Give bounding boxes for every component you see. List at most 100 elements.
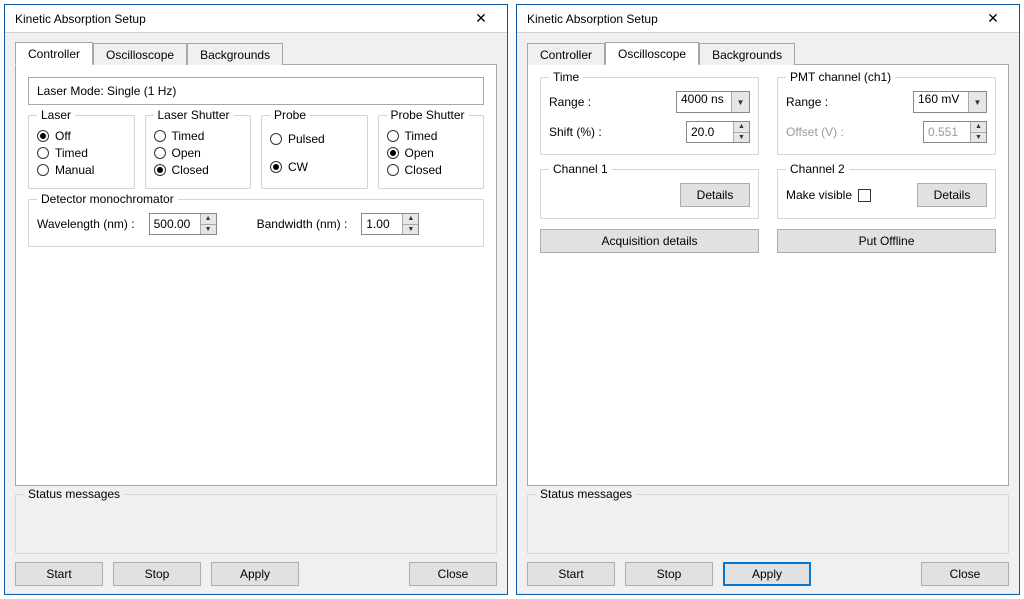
close-icon[interactable]: ✕: [461, 7, 501, 31]
apply-button[interactable]: Apply: [723, 562, 811, 586]
group-time: Time Range : 4000 ns ▼ Shift (%) : ▲▼: [540, 77, 759, 155]
group-laser-shutter: Laser Shutter Timed Open Closed: [145, 115, 252, 189]
combo-text: 4000 ns: [677, 92, 731, 112]
radio-probe-pulsed[interactable]: Pulsed: [270, 132, 359, 146]
tabstrip: Controller Oscilloscope Backgrounds: [527, 41, 1009, 64]
offset-stepper: ▲▼: [923, 121, 987, 143]
chevron-down-icon[interactable]: ▼: [734, 133, 749, 143]
group-channel2: Channel 2 Make visible Details: [777, 169, 996, 219]
wavelength-input[interactable]: [150, 214, 200, 234]
radio-ls-timed[interactable]: Timed: [154, 129, 243, 143]
status-legend: Status messages: [536, 487, 636, 501]
bandwidth-label: Bandwidth (nm) :: [257, 217, 348, 231]
radio-icon: [37, 164, 49, 176]
group-time-legend: Time: [549, 70, 583, 84]
radio-label: Pulsed: [288, 132, 325, 146]
tab-controller[interactable]: Controller: [527, 43, 605, 65]
tabstrip: Controller Oscilloscope Backgrounds: [15, 41, 497, 64]
chevron-down-icon[interactable]: ▼: [201, 225, 216, 235]
chevron-down-icon[interactable]: ▼: [968, 92, 986, 112]
radio-ps-closed[interactable]: Closed: [387, 163, 476, 177]
shift-input[interactable]: [687, 122, 733, 142]
tab-backgrounds[interactable]: Backgrounds: [187, 43, 283, 65]
tab-oscilloscope[interactable]: Oscilloscope: [93, 43, 187, 65]
radio-ps-open[interactable]: Open: [387, 146, 476, 160]
window-controller: Kinetic Absorption Setup ✕ Controller Os…: [4, 4, 508, 595]
close-button[interactable]: Close: [921, 562, 1009, 586]
group-detector-mono-legend: Detector monochromator: [37, 192, 178, 206]
radio-icon: [387, 130, 399, 142]
group-laser-shutter-legend: Laser Shutter: [154, 108, 234, 122]
radio-laser-off[interactable]: Off: [37, 129, 126, 143]
radio-label: Open: [172, 146, 201, 160]
bottom-button-bar: Start Stop Apply Close: [15, 554, 497, 586]
bandwidth-stepper[interactable]: ▲▼: [361, 213, 419, 235]
tab-oscilloscope[interactable]: Oscilloscope: [605, 42, 699, 65]
radio-label: Timed: [405, 129, 438, 143]
chevron-up-icon[interactable]: ▲: [201, 214, 216, 225]
spin-buttons[interactable]: ▲▼: [402, 214, 418, 234]
radio-label: Manual: [55, 163, 94, 177]
spin-buttons[interactable]: ▲▼: [733, 122, 749, 142]
ch1-details-button[interactable]: Details: [680, 183, 750, 207]
laser-mode-display: Laser Mode: Single (1 Hz): [28, 77, 484, 105]
shift-label: Shift (%) :: [549, 125, 602, 139]
ch2-details-button[interactable]: Details: [917, 183, 987, 207]
radio-laser-timed[interactable]: Timed: [37, 146, 126, 160]
radio-icon: [37, 130, 49, 142]
chevron-down-icon: ▼: [971, 133, 986, 143]
time-range-label: Range :: [549, 95, 591, 109]
chevron-down-icon[interactable]: ▼: [403, 225, 418, 235]
radio-ls-open[interactable]: Open: [154, 146, 243, 160]
apply-button[interactable]: Apply: [211, 562, 299, 586]
tab-backgrounds[interactable]: Backgrounds: [699, 43, 795, 65]
radio-icon: [154, 164, 166, 176]
offset-label: Offset (V) :: [786, 125, 844, 139]
offset-input: [924, 122, 970, 142]
start-button[interactable]: Start: [15, 562, 103, 586]
radio-ls-closed[interactable]: Closed: [154, 163, 243, 177]
radio-icon: [37, 147, 49, 159]
shift-stepper[interactable]: ▲▼: [686, 121, 750, 143]
group-channel1-legend: Channel 1: [549, 162, 612, 176]
chevron-up-icon[interactable]: ▲: [403, 214, 418, 225]
status-messages-group: Status messages: [527, 494, 1009, 554]
tabpage-oscilloscope: Time Range : 4000 ns ▼ Shift (%) : ▲▼: [527, 64, 1009, 486]
group-channel1: Channel 1 Details: [540, 169, 759, 219]
wavelength-stepper[interactable]: ▲▼: [149, 213, 217, 235]
close-button[interactable]: Close: [409, 562, 497, 586]
group-laser: Laser Off Timed Manual: [28, 115, 135, 189]
client-area: Controller Oscilloscope Backgrounds Time…: [517, 33, 1019, 594]
tabpage-controller: Laser Mode: Single (1 Hz) Laser Off Time…: [15, 64, 497, 486]
group-laser-legend: Laser: [37, 108, 75, 122]
acquisition-details-button[interactable]: Acquisition details: [540, 229, 759, 253]
spin-buttons[interactable]: ▲▼: [200, 214, 216, 234]
time-range-combo[interactable]: 4000 ns ▼: [676, 91, 750, 113]
start-button[interactable]: Start: [527, 562, 615, 586]
stop-button[interactable]: Stop: [113, 562, 201, 586]
bandwidth-input[interactable]: [362, 214, 402, 234]
chevron-down-icon[interactable]: ▼: [731, 92, 749, 112]
pmt-range-combo[interactable]: 160 mV ▼: [913, 91, 987, 113]
group-probe: Probe Pulsed CW: [261, 115, 368, 189]
group-detector-mono: Detector monochromator Wavelength (nm) :…: [28, 199, 484, 247]
radio-probe-cw[interactable]: CW: [270, 160, 359, 174]
stop-button[interactable]: Stop: [625, 562, 713, 586]
group-probe-legend: Probe: [270, 108, 310, 122]
group-channel2-legend: Channel 2: [786, 162, 849, 176]
status-messages-group: Status messages: [15, 494, 497, 554]
group-probe-shutter-legend: Probe Shutter: [387, 108, 469, 122]
titlebar: Kinetic Absorption Setup ✕: [517, 5, 1019, 33]
radio-laser-manual[interactable]: Manual: [37, 163, 126, 177]
bottom-button-bar: Start Stop Apply Close: [527, 554, 1009, 586]
radio-ps-timed[interactable]: Timed: [387, 129, 476, 143]
window-title: Kinetic Absorption Setup: [15, 12, 461, 26]
tab-controller[interactable]: Controller: [15, 42, 93, 65]
pmt-range-label: Range :: [786, 95, 828, 109]
put-offline-button[interactable]: Put Offline: [777, 229, 996, 253]
chevron-up-icon[interactable]: ▲: [734, 122, 749, 133]
make-visible-checkbox[interactable]: [858, 189, 871, 202]
radio-label: Off: [55, 129, 71, 143]
close-icon[interactable]: ✕: [973, 7, 1013, 31]
titlebar: Kinetic Absorption Setup ✕: [5, 5, 507, 33]
